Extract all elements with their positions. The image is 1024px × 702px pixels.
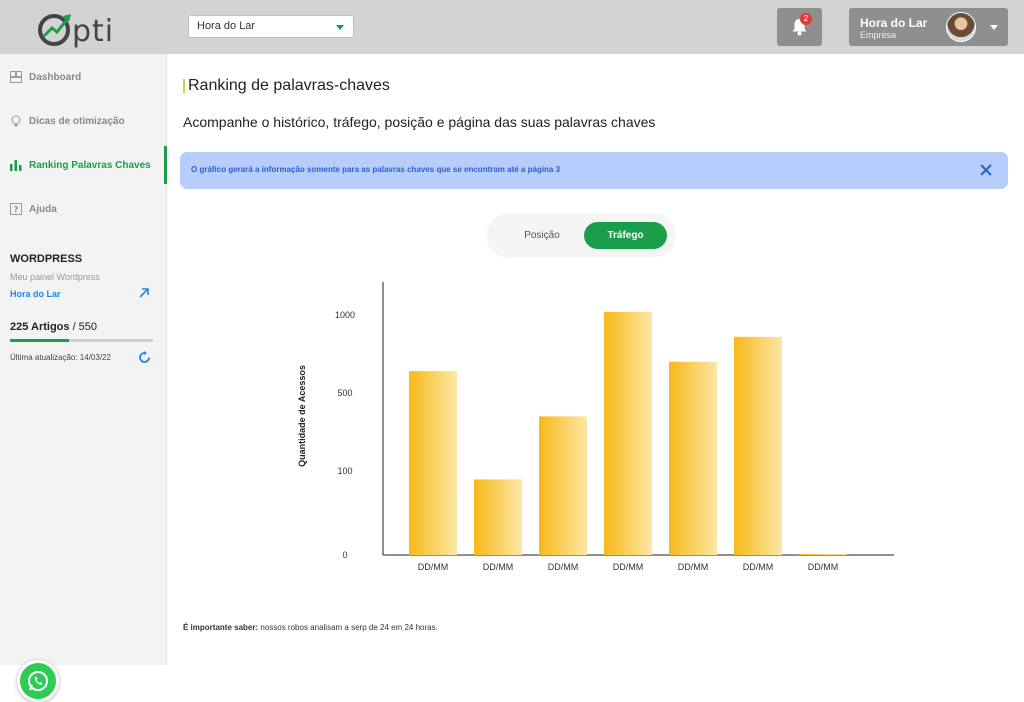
user-name: Hora do Lar (860, 16, 928, 30)
sidebar-item-label: Ajuda (29, 204, 57, 215)
notification-badge: 2 (800, 13, 812, 25)
y-tick-label: 0 (342, 550, 347, 560)
bar-chart-icon (10, 160, 22, 171)
logo-mark-icon (38, 14, 71, 46)
footer-note: É importante saber: nossos robos analisa… (183, 623, 438, 632)
sidebar-item-label: Dicas de otimização (29, 116, 125, 127)
x-tick-label: DD/MM (808, 562, 839, 572)
info-alert: O gráfico gerará a informação somente pa… (180, 152, 1008, 189)
site-select[interactable]: Hora do Lar (188, 15, 354, 38)
sidebar-item-dicas[interactable]: Dicas de otimização (0, 106, 167, 136)
alert-text: O gráfico gerará a informação somente pa… (191, 165, 561, 174)
top-bar: pti Hora do Lar 2 Hora do Lar Empresa (0, 0, 1024, 54)
articles-total: / 550 (69, 321, 98, 333)
x-tick-label: DD/MM (483, 562, 514, 572)
help-icon: ? (10, 203, 22, 215)
wordpress-subtitle: Meu painel Wordpress (10, 272, 100, 282)
svg-text:?: ? (13, 206, 18, 216)
toggle-trafego[interactable]: Tráfego (584, 222, 667, 249)
sidebar-item-dashboard[interactable]: Dashboard (0, 62, 167, 92)
articles-progress-fill (10, 339, 69, 342)
user-menu[interactable]: Hora do Lar Empresa (849, 8, 1008, 46)
close-icon[interactable] (979, 163, 993, 177)
page-subtitle: Acompanhe o histórico, tráfego, posição … (183, 114, 656, 130)
logo[interactable]: pti (36, 8, 116, 49)
toggle-posicao[interactable]: Posição (503, 222, 581, 249)
wordpress-title: WORDPRESS (10, 253, 83, 265)
lightbulb-icon (11, 115, 21, 127)
bar (734, 336, 782, 555)
x-tick-label: DD/MM (613, 562, 644, 572)
bar (474, 479, 522, 555)
chevron-down-icon (990, 25, 998, 30)
metric-toggle: Posição Tráfego (488, 215, 674, 256)
articles-used: 225 Artigos (10, 321, 70, 333)
bar (539, 416, 587, 555)
bar (669, 361, 717, 555)
x-tick-label: DD/MM (418, 562, 449, 572)
refresh-icon[interactable] (138, 351, 151, 364)
sidebar-item-ranking[interactable]: Ranking Palavras Chaves (0, 146, 167, 184)
title-accent (183, 79, 185, 93)
sidebar: Dashboard Dicas de otimização Ranking Pa… (0, 54, 167, 702)
y-tick-label: 1000 (335, 310, 355, 320)
articles-count: 225 Artigos / 550 (10, 321, 97, 333)
footer-note-text: nossos robos analisam a serp de 24 em 24… (258, 623, 438, 632)
sidebar-item-label: Dashboard (29, 72, 82, 83)
x-tick-label: DD/MM (678, 562, 709, 572)
y-axis-label: Quantidade de Acessos (297, 365, 307, 467)
x-tick-label: DD/MM (743, 562, 774, 572)
bar (604, 311, 652, 555)
dashboard-icon (10, 71, 22, 83)
page-title: Ranking de palavras-chaves (188, 77, 390, 94)
articles-progress-bar (10, 339, 153, 342)
whatsapp-button[interactable] (17, 660, 59, 702)
last-update: Última atualização: 14/03/22 (10, 353, 111, 362)
footer-note-bold: É importante saber: (183, 623, 259, 632)
wordpress-site-link[interactable]: Hora do Lar (10, 289, 61, 299)
notifications-button[interactable]: 2 (777, 8, 822, 46)
traffic-bar-chart: 0 100 500 1000 Quantidade de Acessos DD/MM DD/… (297, 282, 894, 572)
x-tick-label: DD/MM (548, 562, 579, 572)
bar (409, 371, 457, 555)
sidebar-item-label: Ranking Palavras Chaves (29, 160, 151, 171)
avatar (946, 12, 976, 42)
bar (799, 554, 847, 555)
external-link-icon[interactable] (138, 287, 150, 299)
y-tick-label: 100 (337, 466, 352, 476)
y-tick-label: 500 (337, 388, 352, 398)
user-role: Empresa (860, 30, 897, 40)
whatsapp-icon (28, 671, 48, 691)
chevron-down-icon (336, 25, 344, 30)
logo-text: pti (72, 14, 115, 49)
sidebar-item-ajuda[interactable]: ? Ajuda (0, 194, 167, 224)
main-content: Ranking de palavras-chaves Acompanhe o h… (167, 54, 1024, 665)
site-select-value: Hora do Lar (197, 20, 256, 32)
